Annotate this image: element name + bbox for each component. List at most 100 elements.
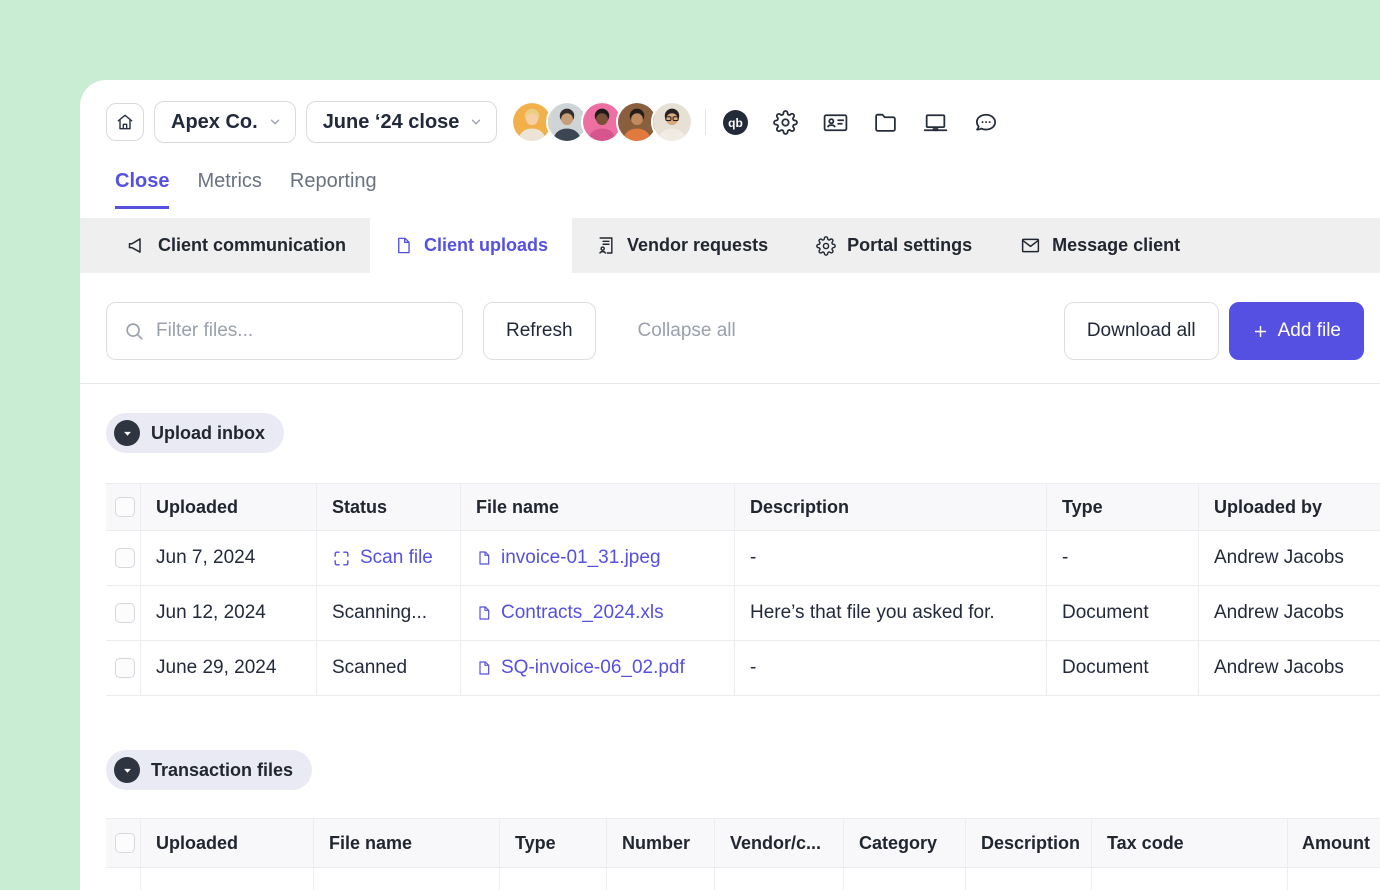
table-header-row: Uploaded Status File name Description Ty… <box>106 483 1380 531</box>
id-card-icon[interactable] <box>822 110 849 135</box>
cell-file-name: SQ-invoice-06_02.pdf <box>461 641 735 695</box>
header-checkbox-cell <box>106 484 141 530</box>
select-all-checkbox[interactable] <box>115 497 135 517</box>
section-title: Upload inbox <box>151 423 265 444</box>
subtab-vendor-requests[interactable]: Vendor requests <box>572 218 792 273</box>
cell-file-name <box>314 868 500 890</box>
cell-type <box>500 868 607 890</box>
file-icon <box>476 604 492 622</box>
company-selector[interactable]: Apex Co. <box>154 101 296 143</box>
file-link[interactable]: Contracts_2024.xls <box>476 602 664 624</box>
subtab-label: Client communication <box>158 235 346 256</box>
section-toggle-transaction-files[interactable]: Transaction files <box>106 750 312 790</box>
file-toolbar: Refresh Collapse all Download all Add fi… <box>106 302 1364 360</box>
scan-icon <box>332 549 351 568</box>
subtab-portal-settings[interactable]: Portal settings <box>792 218 996 273</box>
topbar-divider <box>705 109 706 135</box>
main-tabs: Close Metrics Reporting <box>115 170 377 209</box>
header-checkbox-cell <box>106 819 141 867</box>
row-checkbox-cell <box>106 531 141 585</box>
file-link[interactable]: invoice-01_31.jpeg <box>476 547 661 569</box>
tab-metrics[interactable]: Metrics <box>197 170 261 209</box>
cell-number <box>607 868 715 890</box>
toolbar-divider <box>80 383 1380 384</box>
cell-status: Scanned <box>317 641 461 695</box>
row-checkbox-cell <box>106 641 141 695</box>
cell-uploaded-by: Andrew Jacobs <box>1199 531 1380 585</box>
table-row: Jun 7, 2024 Scan file invoice-01_31.jpeg <box>106 531 1380 586</box>
download-all-button[interactable]: Download all <box>1064 302 1219 360</box>
chat-icon[interactable] <box>973 110 1000 135</box>
cell-description: - <box>735 531 1047 585</box>
file-name-label: SQ-invoice-06_02.pdf <box>501 657 685 679</box>
add-file-button[interactable]: Add file <box>1229 302 1364 360</box>
cell-type: Document <box>1047 586 1199 640</box>
file-icon <box>476 659 492 677</box>
cell-file-name: invoice-01_31.jpeg <box>461 531 735 585</box>
row-checkbox[interactable] <box>115 603 135 623</box>
period-selector-label: June ‘24 close <box>323 111 460 134</box>
cell-uploaded: Jun 7, 2024 <box>141 531 317 585</box>
cell-uploaded: June 29, 2024 <box>141 641 317 695</box>
cell-description: Here’s that file you asked for. <box>735 586 1047 640</box>
settings-icon[interactable] <box>773 110 798 135</box>
cell-description <box>966 868 1092 890</box>
avatar-group[interactable] <box>511 101 693 143</box>
scan-file-label: Scan file <box>360 547 433 569</box>
cell-file-name: Contracts_2024.xls <box>461 586 735 640</box>
megaphone-icon <box>126 235 147 256</box>
cell-type: - <box>1047 531 1199 585</box>
chevron-down-icon <box>469 115 483 129</box>
file-link[interactable]: SQ-invoice-06_02.pdf <box>476 657 685 679</box>
subtab-message-client[interactable]: Message client <box>996 218 1204 273</box>
home-button[interactable] <box>106 103 144 141</box>
table-header-row: Uploaded File name Type Number Vendor/c.… <box>106 818 1380 868</box>
main-card: Apex Co. June ‘24 close <box>80 80 1380 890</box>
tab-close[interactable]: Close <box>115 170 169 209</box>
row-checkbox[interactable] <box>115 658 135 678</box>
search-icon <box>123 320 145 342</box>
company-selector-label: Apex Co. <box>171 111 258 134</box>
file-name-label: invoice-01_31.jpeg <box>501 547 661 569</box>
select-all-checkbox[interactable] <box>115 833 135 853</box>
collapse-caret-icon <box>114 757 140 783</box>
chevron-down-icon <box>268 115 282 129</box>
subtab-client-communication[interactable]: Client communication <box>102 218 370 273</box>
tab-reporting[interactable]: Reporting <box>290 170 377 209</box>
column-header-amount: Amount <box>1288 819 1380 867</box>
laptop-icon[interactable] <box>922 110 949 135</box>
subtab-label: Vendor requests <box>627 235 768 256</box>
filter-files-input[interactable] <box>156 320 446 342</box>
cell-type: Document <box>1047 641 1199 695</box>
scan-file-link[interactable]: Scan file <box>332 547 433 569</box>
avatar[interactable] <box>651 101 693 143</box>
column-header-type: Type <box>500 819 607 867</box>
subtab-client-uploads[interactable]: Client uploads <box>370 218 572 273</box>
collapse-caret-icon <box>114 420 140 446</box>
topbar-icons: qb <box>722 109 1000 136</box>
row-checkbox-cell <box>106 586 141 640</box>
table-row <box>106 868 1380 890</box>
collapse-all-button[interactable]: Collapse all <box>638 320 736 342</box>
refresh-button[interactable]: Refresh <box>483 302 596 360</box>
period-selector[interactable]: June ‘24 close <box>306 101 498 143</box>
section-title: Transaction files <box>151 760 293 781</box>
upload-inbox-table: Uploaded Status File name Description Ty… <box>106 483 1380 696</box>
plus-icon <box>1252 323 1269 340</box>
transaction-files-table: Uploaded File name Type Number Vendor/c.… <box>106 818 1380 890</box>
quickbooks-icon[interactable]: qb <box>722 109 749 136</box>
table-row: Jun 12, 2024 Scanning... Contracts_2024.… <box>106 586 1380 641</box>
cell-vendor <box>715 868 844 890</box>
sub-tabs: Client communication Client uploads Vend… <box>80 218 1380 273</box>
filter-files-field[interactable] <box>106 302 463 360</box>
subtab-label: Client uploads <box>424 235 548 256</box>
cell-uploaded <box>141 868 314 890</box>
envelope-icon <box>1020 235 1041 256</box>
column-header-number: Number <box>607 819 715 867</box>
section-toggle-upload-inbox[interactable]: Upload inbox <box>106 413 284 453</box>
row-checkbox[interactable] <box>115 548 135 568</box>
top-bar: Apex Co. June ‘24 close <box>106 100 1364 144</box>
file-name-label: Contracts_2024.xls <box>501 602 664 624</box>
column-header-file-name: File name <box>314 819 500 867</box>
folder-icon[interactable] <box>873 110 898 135</box>
